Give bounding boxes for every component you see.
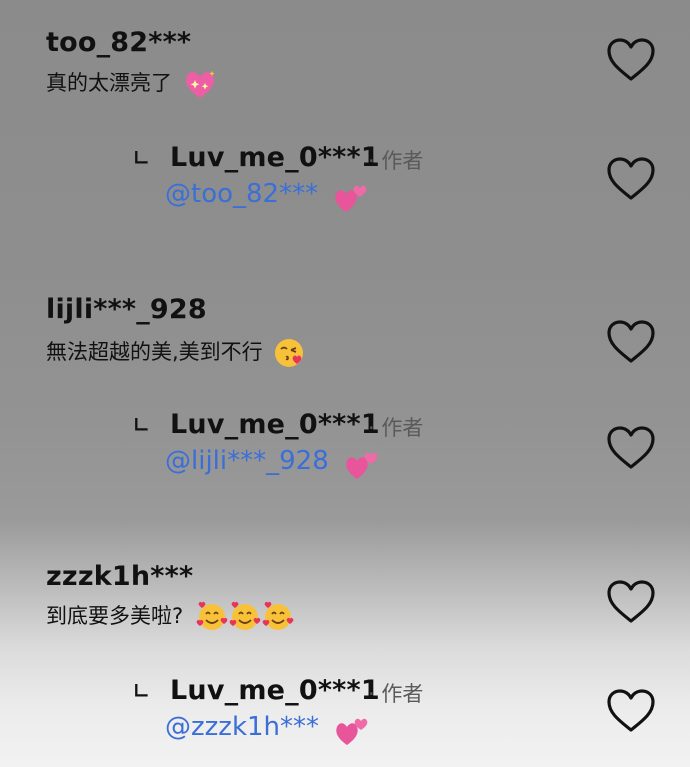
like-heart-icon[interactable] <box>605 579 657 625</box>
smiling-face-with-hearts-icon <box>190 600 296 634</box>
like-heart-icon[interactable] <box>605 37 657 83</box>
mention-link[interactable]: @lijli***_928 <box>165 446 329 476</box>
like-heart-icon[interactable] <box>605 319 657 365</box>
like-heart-icon[interactable] <box>605 156 657 202</box>
comment-text-content: 真的太漂亮了 <box>46 71 172 95</box>
author-tag: · 作者 <box>368 149 424 173</box>
sparkling-heart-icon <box>185 71 215 98</box>
like-heart-icon[interactable] <box>605 688 657 734</box>
reply-text: @zzzk1h*** <box>165 712 370 747</box>
comment-text: 無法超越的美,美到不行 <box>46 336 305 369</box>
comment-username[interactable]: lijli***_928 <box>46 294 207 325</box>
reply-arrow-icon: ∟ <box>133 679 150 703</box>
reply-arrow-icon: ∟ <box>133 413 150 437</box>
like-heart-icon[interactable] <box>605 425 657 471</box>
mention-link[interactable]: @zzzk1h*** <box>165 712 319 742</box>
face-blowing-kiss-icon <box>275 339 304 367</box>
two-hearts-icon <box>336 718 368 745</box>
author-tag: · 作者 <box>368 682 424 706</box>
comment-text: 真的太漂亮了 <box>46 67 217 100</box>
comment-username[interactable]: zzzk1h*** <box>46 561 193 592</box>
two-hearts-icon <box>335 185 367 212</box>
reply-text: @lijli***_928 <box>165 446 380 481</box>
reply-arrow-icon: ∟ <box>133 146 150 170</box>
two-hearts-icon <box>346 452 378 479</box>
reply-text: @too_82*** <box>165 179 369 214</box>
reply-username[interactable]: Luv_me_0***1 <box>170 675 380 706</box>
mention-link[interactable]: @too_82*** <box>165 179 318 209</box>
comment-text-content: 無法超越的美,美到不行 <box>46 340 263 364</box>
reply-username[interactable]: Luv_me_0***1 <box>170 142 380 173</box>
reply-username[interactable]: Luv_me_0***1 <box>170 409 380 440</box>
comment-text-content: 到底要多美啦? <box>46 604 184 628</box>
comment-username[interactable]: too_82*** <box>46 27 191 58</box>
author-tag: · 作者 <box>368 416 424 440</box>
comment-text: 到底要多美啦? <box>46 600 296 634</box>
